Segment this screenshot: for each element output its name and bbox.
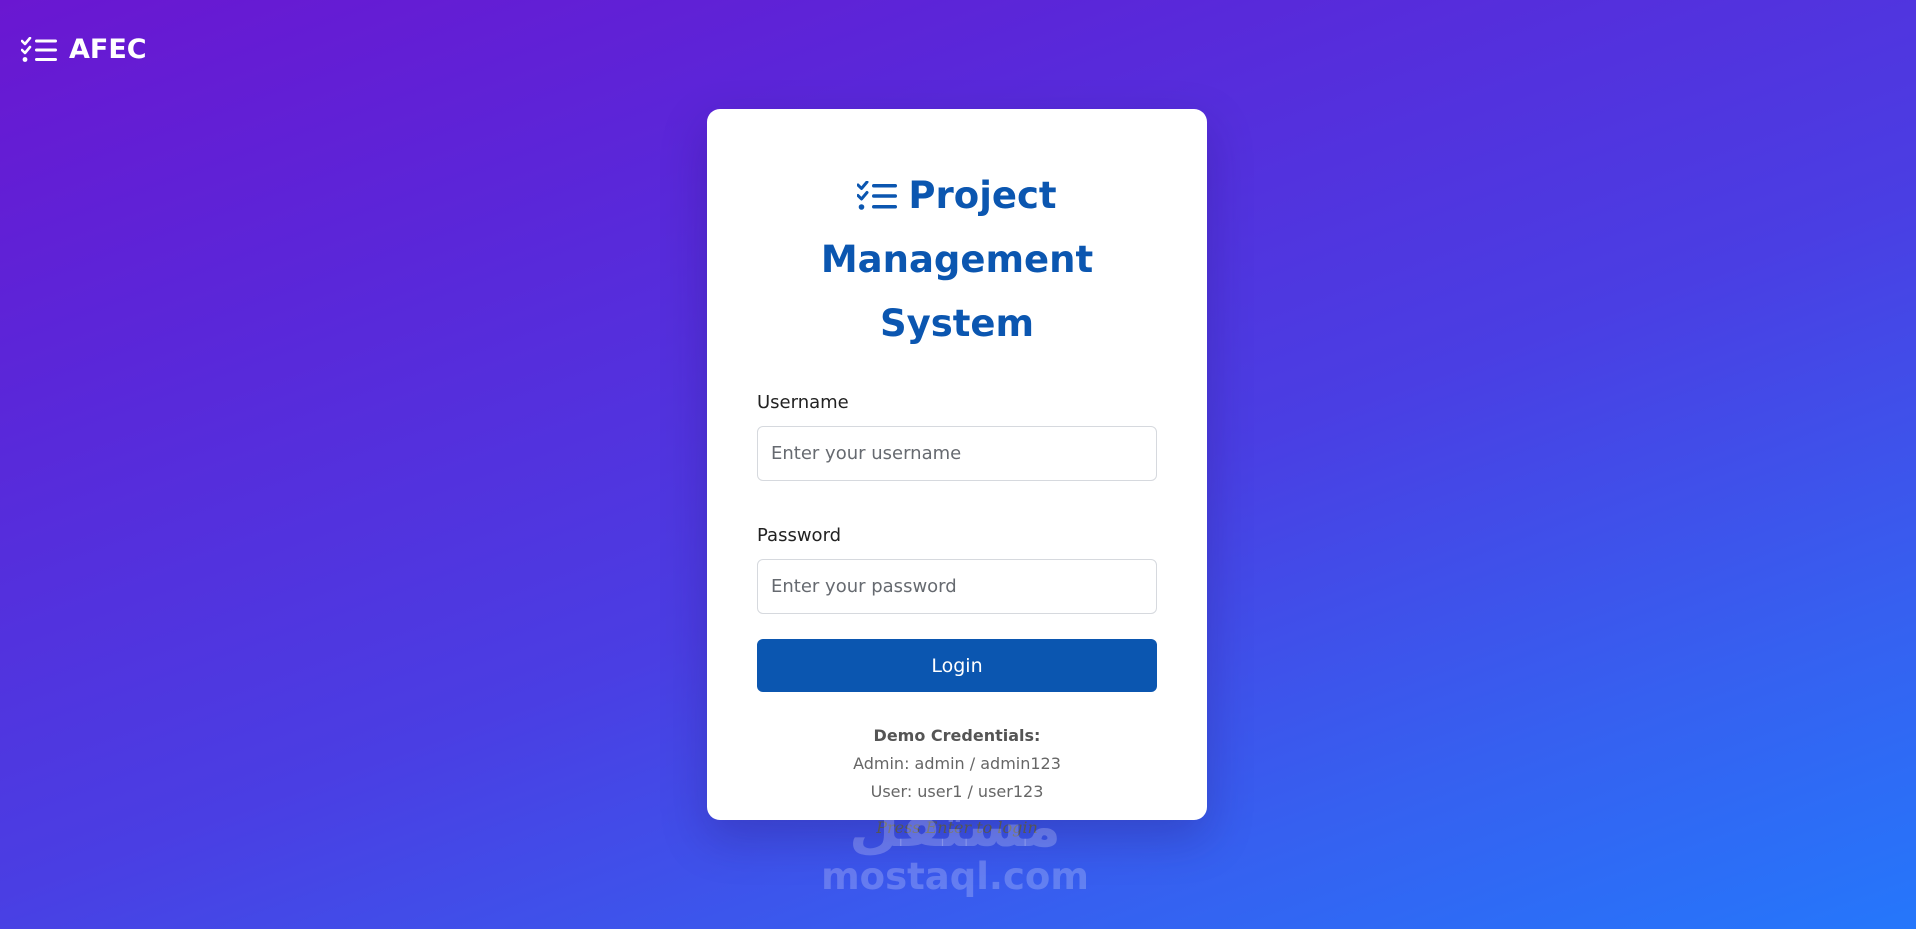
demo-admin-credentials: Admin: admin / admin123 <box>853 754 1061 773</box>
brand[interactable]: AFEC <box>21 34 147 65</box>
checklist-icon <box>21 36 58 63</box>
login-card: Project Management System Username Passw… <box>707 109 1207 837</box>
demo-credentials-title: Demo Credentials: <box>873 726 1041 745</box>
password-input[interactable] <box>757 559 1157 614</box>
password-field-group: Password <box>757 525 1157 614</box>
watermark: مستقل mostaql.com <box>820 795 1090 897</box>
login-button[interactable]: Login <box>757 639 1157 692</box>
username-field-group: Username <box>757 392 1157 481</box>
password-label: Password <box>757 525 842 546</box>
checklist-icon <box>857 181 898 211</box>
username-input[interactable] <box>757 426 1157 481</box>
login-form: Username Password Login <box>757 392 1157 692</box>
username-label: Username <box>757 392 849 413</box>
brand-name: AFEC <box>69 34 147 65</box>
page-title: Project Management System <box>757 164 1157 356</box>
watermark-arabic: مستقل <box>848 792 1062 860</box>
watermark-site: mostaql.com <box>821 855 1089 898</box>
